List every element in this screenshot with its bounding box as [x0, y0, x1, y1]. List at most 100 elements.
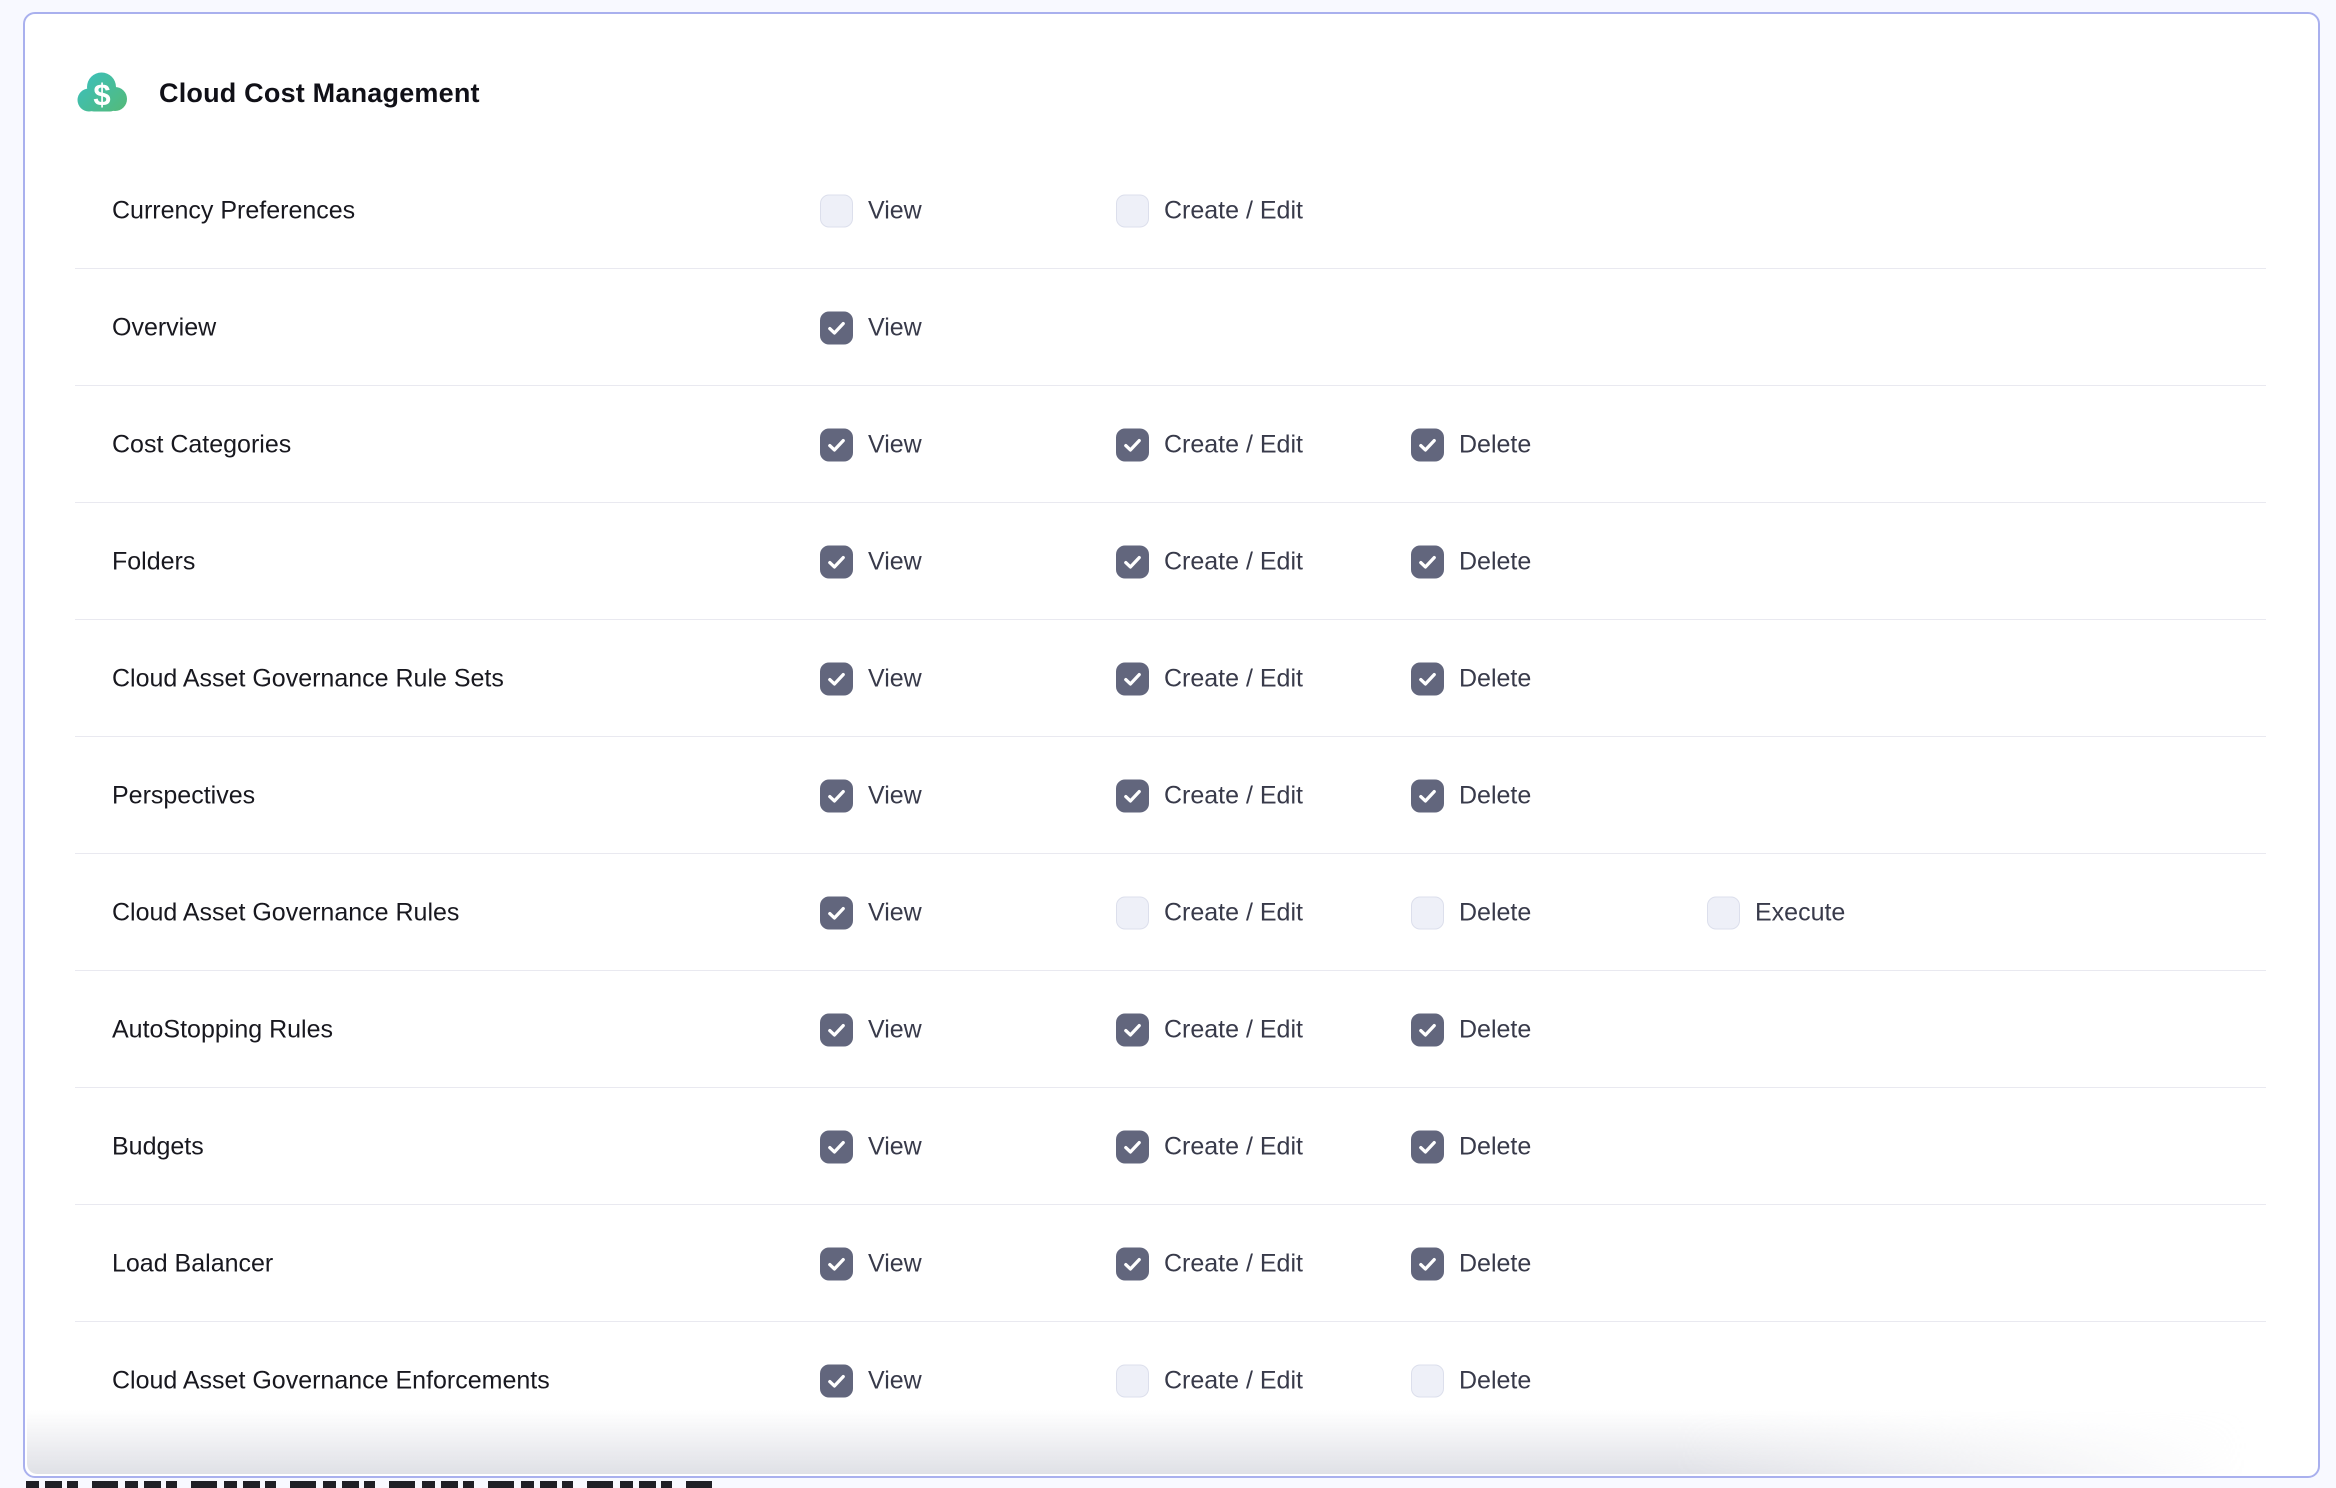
delete-checkbox[interactable] — [1411, 428, 1444, 461]
card-header: $ Cloud Cost Management — [25, 14, 2318, 152]
view-checkbox-label[interactable]: View — [868, 781, 922, 810]
create-edit-permission-cell[interactable]: Create / Edit — [1116, 662, 1303, 695]
delete-checkbox-label[interactable]: Delete — [1459, 1015, 1531, 1044]
create-edit-checkbox[interactable] — [1116, 1130, 1149, 1163]
create-edit-checkbox-label[interactable]: Create / Edit — [1164, 1015, 1303, 1044]
create-edit-permission-cell[interactable]: Create / Edit — [1116, 194, 1303, 227]
view-checkbox[interactable] — [820, 428, 853, 461]
create-edit-permission-cell[interactable]: Create / Edit — [1116, 1247, 1303, 1280]
create-edit-checkbox[interactable] — [1116, 779, 1149, 812]
view-checkbox[interactable] — [820, 1247, 853, 1280]
create-edit-checkbox-label[interactable]: Create / Edit — [1164, 898, 1303, 927]
delete-checkbox[interactable] — [1411, 1364, 1444, 1397]
view-checkbox[interactable] — [820, 1130, 853, 1163]
create-edit-checkbox-label[interactable]: Create / Edit — [1164, 196, 1303, 225]
delete-checkbox-label[interactable]: Delete — [1459, 1366, 1531, 1395]
delete-checkbox-label[interactable]: Delete — [1459, 1132, 1531, 1161]
create-edit-checkbox[interactable] — [1116, 662, 1149, 695]
view-permission-cell[interactable]: View — [820, 1130, 922, 1163]
view-checkbox[interactable] — [820, 779, 853, 812]
create-edit-permission-cell[interactable]: Create / Edit — [1116, 1130, 1303, 1163]
delete-permission-cell[interactable]: Delete — [1411, 896, 1531, 929]
view-checkbox-label[interactable]: View — [868, 1132, 922, 1161]
delete-permission-cell[interactable]: Delete — [1411, 779, 1531, 812]
create-edit-checkbox[interactable] — [1116, 1364, 1149, 1397]
view-checkbox-label[interactable]: View — [868, 1366, 922, 1395]
create-edit-checkbox[interactable] — [1116, 194, 1149, 227]
create-edit-checkbox[interactable] — [1116, 545, 1149, 578]
view-checkbox[interactable] — [820, 311, 853, 344]
delete-permission-cell[interactable]: Delete — [1411, 545, 1531, 578]
create-edit-permission-cell[interactable]: Create / Edit — [1116, 779, 1303, 812]
delete-checkbox-label[interactable]: Delete — [1459, 430, 1531, 459]
delete-checkbox-label[interactable]: Delete — [1459, 781, 1531, 810]
permission-row-label: Perspectives — [112, 781, 255, 810]
create-edit-checkbox[interactable] — [1116, 896, 1149, 929]
create-edit-permission-cell[interactable]: Create / Edit — [1116, 896, 1303, 929]
create-edit-checkbox-label[interactable]: Create / Edit — [1164, 1132, 1303, 1161]
view-checkbox-label[interactable]: View — [868, 547, 922, 576]
execute-permission-cell[interactable]: Execute — [1707, 896, 1845, 929]
delete-checkbox[interactable] — [1411, 662, 1444, 695]
view-checkbox[interactable] — [820, 1364, 853, 1397]
create-edit-checkbox-label[interactable]: Create / Edit — [1164, 430, 1303, 459]
view-checkbox[interactable] — [820, 896, 853, 929]
delete-checkbox[interactable] — [1411, 896, 1444, 929]
view-checkbox[interactable] — [820, 662, 853, 695]
create-edit-checkbox-label[interactable]: Create / Edit — [1164, 1249, 1303, 1278]
clipped-text-fragment — [26, 1481, 714, 1488]
create-edit-checkbox[interactable] — [1116, 428, 1149, 461]
view-checkbox-label[interactable]: View — [868, 1015, 922, 1044]
create-edit-checkbox[interactable] — [1116, 1013, 1149, 1046]
check-icon — [1416, 550, 1439, 573]
delete-permission-cell[interactable]: Delete — [1411, 428, 1531, 461]
execute-checkbox-label[interactable]: Execute — [1755, 898, 1845, 927]
delete-permission-cell[interactable]: Delete — [1411, 1013, 1531, 1046]
view-checkbox[interactable] — [820, 194, 853, 227]
delete-checkbox[interactable] — [1411, 1130, 1444, 1163]
create-edit-permission-cell[interactable]: Create / Edit — [1116, 545, 1303, 578]
create-edit-checkbox-label[interactable]: Create / Edit — [1164, 547, 1303, 576]
view-permission-cell[interactable]: View — [820, 1013, 922, 1046]
delete-permission-cell[interactable]: Delete — [1411, 1364, 1531, 1397]
delete-permission-cell[interactable]: Delete — [1411, 1130, 1531, 1163]
create-edit-checkbox-label[interactable]: Create / Edit — [1164, 664, 1303, 693]
view-checkbox-label[interactable]: View — [868, 313, 922, 342]
create-edit-permission-cell[interactable]: Create / Edit — [1116, 1364, 1303, 1397]
create-edit-checkbox[interactable] — [1116, 1247, 1149, 1280]
view-permission-cell[interactable]: View — [820, 311, 922, 344]
execute-checkbox[interactable] — [1707, 896, 1740, 929]
view-permission-cell[interactable]: View — [820, 896, 922, 929]
delete-checkbox[interactable] — [1411, 779, 1444, 812]
check-icon — [1416, 1252, 1439, 1275]
view-permission-cell[interactable]: View — [820, 1247, 922, 1280]
create-edit-checkbox-label[interactable]: Create / Edit — [1164, 1366, 1303, 1395]
view-permission-cell[interactable]: View — [820, 428, 922, 461]
delete-checkbox-label[interactable]: Delete — [1459, 898, 1531, 927]
create-edit-checkbox-label[interactable]: Create / Edit — [1164, 781, 1303, 810]
permission-row-label: Folders — [112, 547, 195, 576]
delete-checkbox[interactable] — [1411, 1247, 1444, 1280]
view-checkbox-label[interactable]: View — [868, 430, 922, 459]
delete-checkbox-label[interactable]: Delete — [1459, 547, 1531, 576]
delete-checkbox-label[interactable]: Delete — [1459, 664, 1531, 693]
view-checkbox[interactable] — [820, 1013, 853, 1046]
view-checkbox[interactable] — [820, 545, 853, 578]
view-permission-cell[interactable]: View — [820, 1364, 922, 1397]
check-icon — [825, 316, 848, 339]
create-edit-permission-cell[interactable]: Create / Edit — [1116, 428, 1303, 461]
create-edit-permission-cell[interactable]: Create / Edit — [1116, 1013, 1303, 1046]
view-permission-cell[interactable]: View — [820, 662, 922, 695]
view-checkbox-label[interactable]: View — [868, 1249, 922, 1278]
delete-checkbox[interactable] — [1411, 545, 1444, 578]
view-checkbox-label[interactable]: View — [868, 196, 922, 225]
delete-permission-cell[interactable]: Delete — [1411, 1247, 1531, 1280]
delete-permission-cell[interactable]: Delete — [1411, 662, 1531, 695]
view-checkbox-label[interactable]: View — [868, 664, 922, 693]
delete-checkbox[interactable] — [1411, 1013, 1444, 1046]
view-permission-cell[interactable]: View — [820, 194, 922, 227]
view-permission-cell[interactable]: View — [820, 545, 922, 578]
delete-checkbox-label[interactable]: Delete — [1459, 1249, 1531, 1278]
view-permission-cell[interactable]: View — [820, 779, 922, 812]
view-checkbox-label[interactable]: View — [868, 898, 922, 927]
